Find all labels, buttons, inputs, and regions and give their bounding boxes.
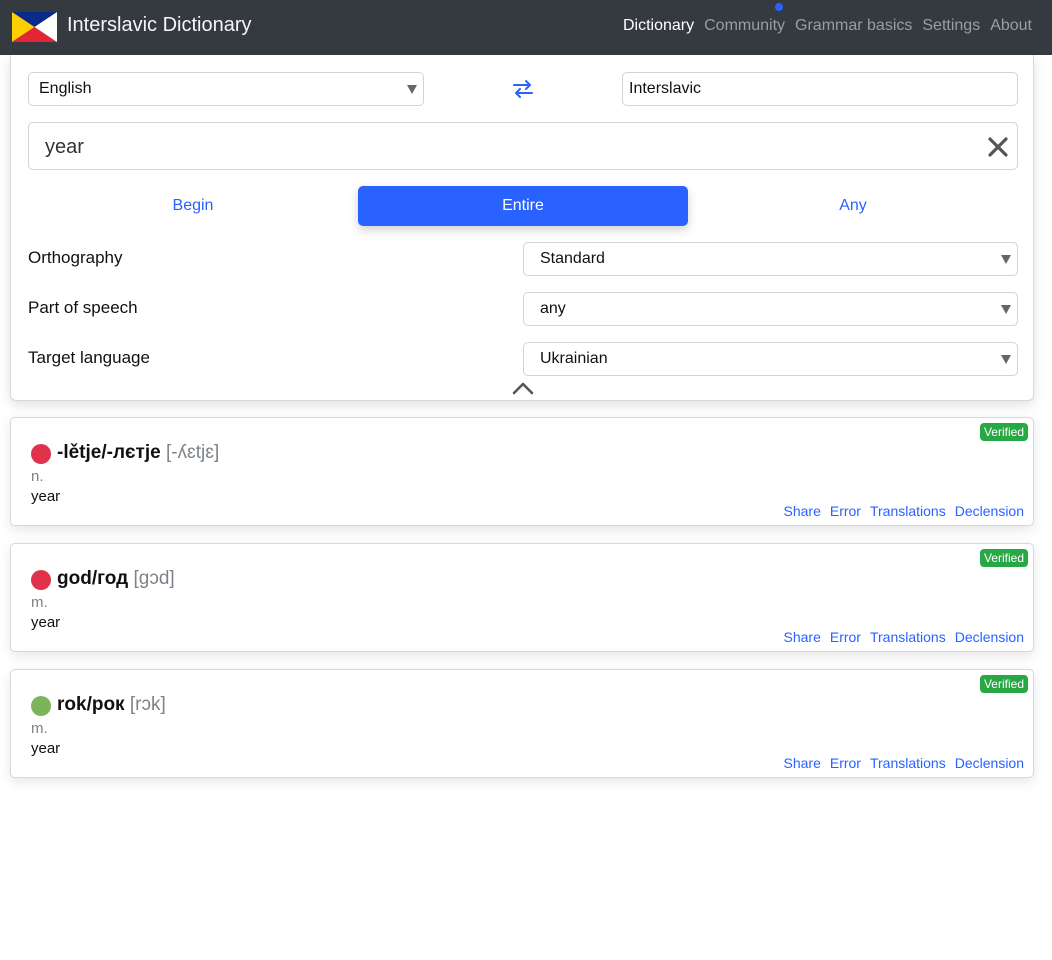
declension-link[interactable]: Declension [955, 629, 1024, 645]
word-text: god/год [57, 568, 129, 589]
orthography-value: Standard [540, 250, 605, 267]
translations-link[interactable]: Translations [870, 503, 946, 519]
meaning: year [31, 740, 61, 757]
status-dot [31, 570, 51, 590]
search-panel: English Interslavic Begin Entire Any Ort… [10, 55, 1034, 401]
search-box [28, 122, 1018, 170]
result-word: god/год [gɔd] [57, 568, 175, 590]
app-title: Interslavic Dictionary [67, 14, 252, 36]
mode-begin-button[interactable]: Begin [28, 186, 358, 226]
main-nav: Dictionary Community Grammar basics Sett… [623, 17, 1032, 35]
part-of-speech-label: Part of speech [28, 298, 138, 317]
clear-search-icon[interactable] [987, 136, 1009, 158]
swap-languages-icon[interactable] [511, 77, 535, 101]
nav-community[interactable]: Community [704, 17, 785, 35]
status-dot [31, 444, 51, 464]
community-notification-dot [775, 3, 783, 11]
share-link[interactable]: Share [784, 503, 821, 519]
translations-link[interactable]: Translations [870, 629, 946, 645]
meaning: year [31, 488, 61, 505]
target-language-label: Target language [28, 348, 150, 367]
to-language-value: Interslavic [629, 80, 702, 97]
nav-about[interactable]: About [990, 17, 1032, 35]
target-language-select[interactable]: Ukrainian [523, 342, 1018, 376]
result-card: rok/рок [rɔk] m. year Verified Share Err… [10, 669, 1034, 778]
verified-badge: Verified [979, 549, 1028, 567]
ipa-text: [gɔd] [133, 568, 175, 589]
translations-link[interactable]: Translations [870, 755, 946, 771]
declension-link[interactable]: Declension [955, 503, 1024, 519]
error-link[interactable]: Error [830, 755, 861, 771]
declension-link[interactable]: Declension [955, 755, 1024, 771]
verified-badge: Verified [979, 675, 1028, 693]
from-language-select[interactable]: English [28, 72, 424, 106]
from-language-value: English [39, 80, 92, 97]
ipa-text: [-ʎɛtjɛ] [165, 442, 220, 463]
nav-grammar-basics[interactable]: Grammar basics [795, 17, 912, 35]
orthography-select[interactable]: Standard [523, 242, 1018, 276]
dropdown-arrow-icon [1001, 255, 1011, 264]
dropdown-arrow-icon [1001, 355, 1011, 364]
to-language-field[interactable]: Interslavic [622, 72, 1018, 106]
interslavic-flag-icon [12, 12, 57, 42]
part-of-speech-value: any [540, 300, 566, 317]
error-link[interactable]: Error [830, 503, 861, 519]
word-text: rok/рок [57, 694, 125, 715]
dropdown-arrow-icon [407, 85, 417, 94]
search-input[interactable] [45, 133, 945, 161]
chevron-up-icon[interactable] [511, 380, 535, 396]
dropdown-arrow-icon [1001, 305, 1011, 314]
result-card: -lětje/-лєтje [-ʎɛtjɛ] n. year Verified … [10, 417, 1034, 526]
part-of-speech: m. [31, 594, 48, 611]
target-language-value: Ukrainian [540, 350, 608, 367]
ipa-text: [rɔk] [129, 694, 166, 715]
mode-any-button[interactable]: Any [688, 186, 1018, 226]
part-of-speech: m. [31, 720, 48, 737]
part-of-speech-select[interactable]: any [523, 292, 1018, 326]
result-actions: Share Error Translations Declension [784, 755, 1025, 771]
app-header: Interslavic Dictionary Dictionary Commun… [0, 0, 1052, 55]
share-link[interactable]: Share [784, 755, 821, 771]
share-link[interactable]: Share [784, 629, 821, 645]
nav-dictionary[interactable]: Dictionary [623, 17, 694, 35]
status-dot [31, 696, 51, 716]
nav-settings[interactable]: Settings [922, 17, 980, 35]
orthography-label: Orthography [28, 248, 123, 267]
word-text: -lětje/-лєтje [57, 442, 161, 463]
result-actions: Share Error Translations Declension [784, 629, 1025, 645]
meaning: year [31, 614, 61, 631]
result-actions: Share Error Translations Declension [784, 503, 1025, 519]
part-of-speech: n. [31, 468, 44, 485]
result-word: rok/рок [rɔk] [57, 694, 166, 716]
result-card: god/год [gɔd] m. year Verified Share Err… [10, 543, 1034, 652]
result-word: -lětje/-лєтje [-ʎɛtjɛ] [57, 442, 219, 464]
verified-badge: Verified [979, 423, 1028, 441]
error-link[interactable]: Error [830, 629, 861, 645]
mode-entire-button[interactable]: Entire [358, 186, 688, 226]
